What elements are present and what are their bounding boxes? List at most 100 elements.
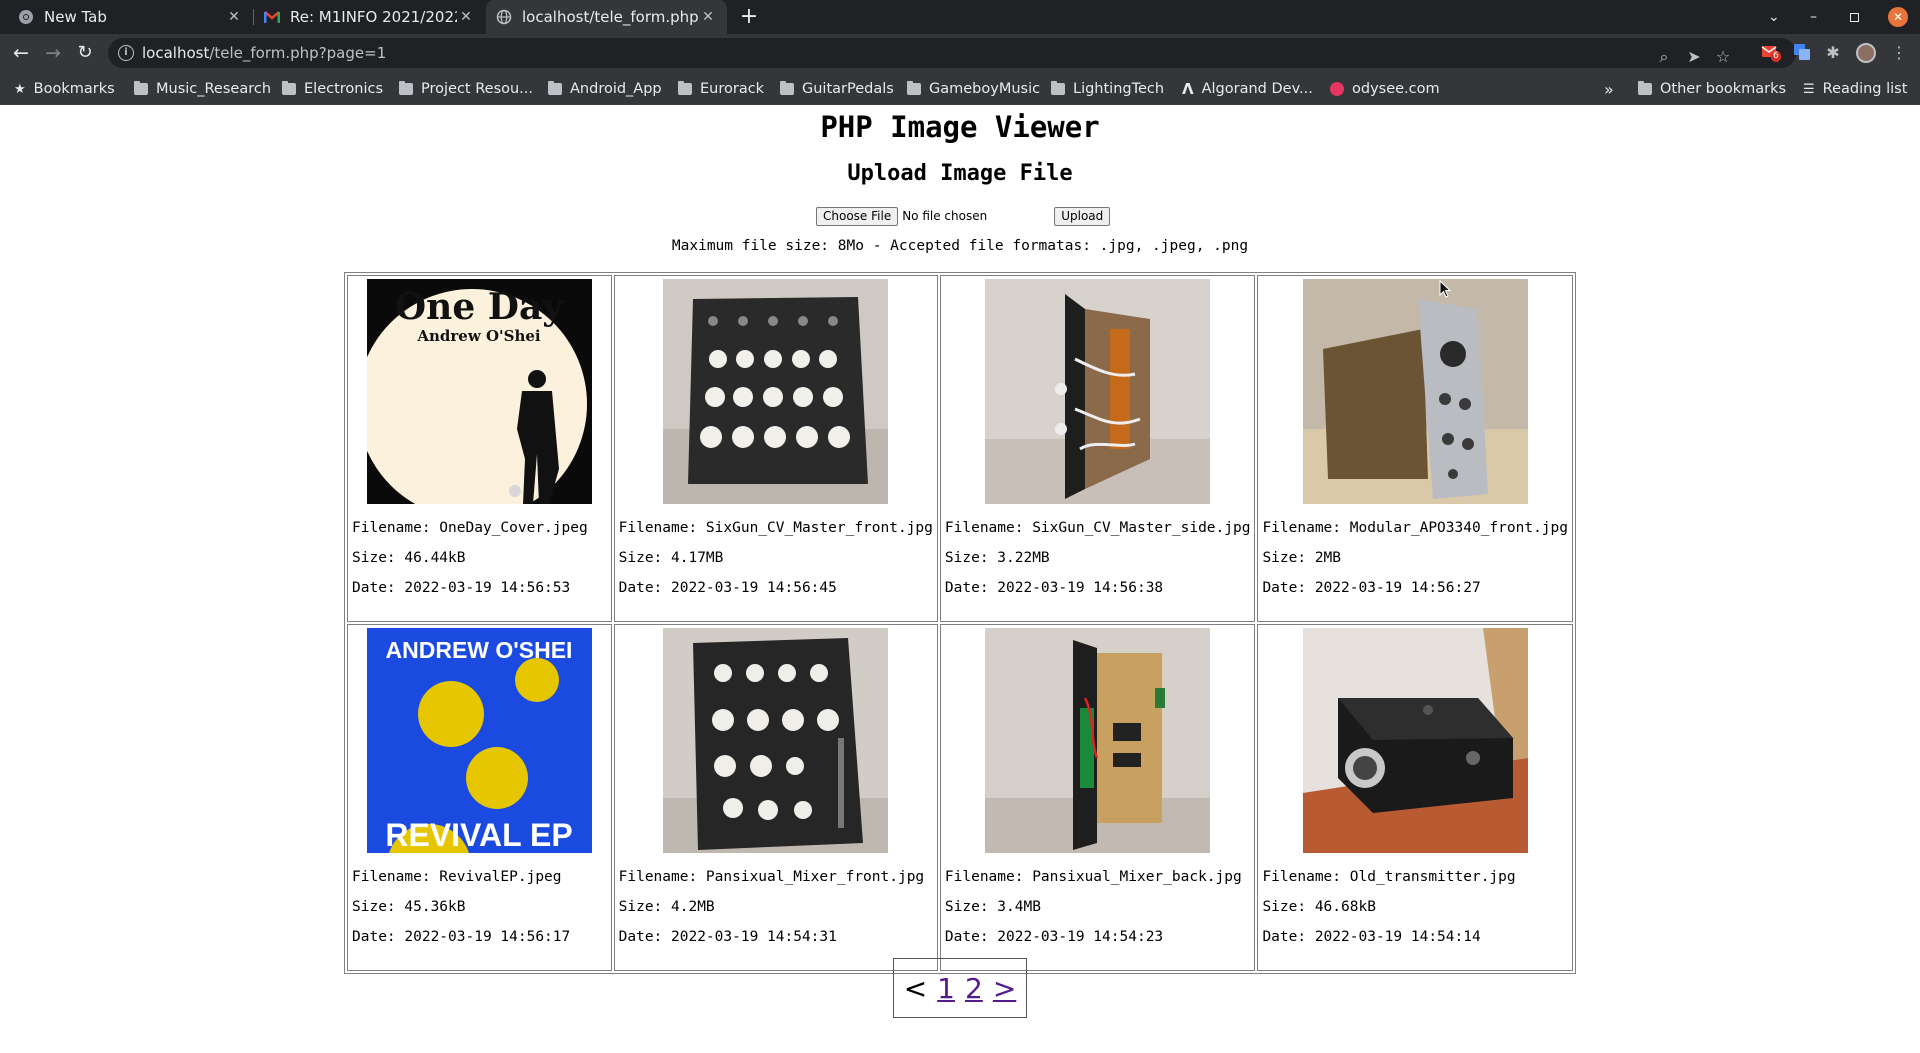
image-filename: Filename: SixGun_CV_Master_side.jpg — [944, 520, 1251, 536]
bookmark-bookmarks[interactable]: ★ Bookmarks — [14, 79, 115, 99]
close-tab-icon[interactable]: ✕ — [457, 9, 475, 25]
image-thumbnail-modular[interactable] — [1302, 279, 1528, 504]
site-info-icon[interactable]: i — [118, 45, 134, 61]
pagination-next[interactable]: > — [993, 972, 1016, 1005]
cover-title-text: One Day — [395, 286, 565, 328]
browser-chrome: New Tab ✕ Re: M1INFO 2021/2022 : C ✕ loc… — [0, 0, 1920, 105]
close-tab-icon[interactable]: ✕ — [225, 9, 243, 25]
max-size-note: Maximum file size: 8Mo - Accepted file f… — [671, 238, 1249, 254]
close-tab-icon[interactable]: ✕ — [699, 9, 717, 25]
image-date: Date: 2022-03-19 14:54:23 — [944, 929, 1164, 945]
image-card: Filename: Modular_APO3340_front.jpg Size… — [1257, 275, 1573, 622]
pagination: < 1 2 > — [893, 958, 1027, 1018]
odysee-icon — [1330, 82, 1344, 96]
image-size: Size: 3.4MB — [944, 899, 1041, 915]
image-thumbnail-sixgun-front[interactable] — [663, 279, 889, 504]
image-thumbnail-sixgun-side[interactable] — [985, 279, 1211, 504]
image-filename: Filename: SixGun_CV_Master_front.jpg — [618, 520, 933, 536]
image-card: One Day Andrew O'Shei Filename: OneDay_C… — [347, 275, 612, 622]
image-thumbnail-transmitter[interactable] — [1302, 628, 1528, 853]
folder-icon — [282, 81, 296, 95]
bookmark-star-icon[interactable]: ☆ — [1713, 47, 1733, 67]
zoom-icon[interactable]: ⌕ — [1654, 47, 1674, 67]
tab-search-icon[interactable]: ⌄ — [1768, 0, 1786, 34]
folder-icon — [399, 81, 413, 95]
tab-title: Re: M1INFO 2021/2022 : C — [290, 8, 457, 26]
image-thumbnail-pansixual-back[interactable] — [985, 628, 1211, 853]
back-icon[interactable]: ← — [8, 40, 34, 66]
tab-new-tab[interactable]: New Tab ✕ — [8, 0, 253, 34]
bookmark-project-resources[interactable]: Project Resou... — [399, 79, 533, 99]
image-filename: Filename: Old_transmitter.jpg — [1262, 869, 1516, 885]
translate-extension-icon[interactable] — [1792, 43, 1812, 63]
image-card: Filename: SixGun_CV_Master_side.jpg Size… — [939, 275, 1256, 622]
tab-localhost[interactable]: localhost/tele_form.php? ✕ — [486, 0, 727, 34]
image-meta: Filename: RevivalEP.jpeg Size: 45.36kB D… — [352, 862, 607, 952]
no-file-chosen-text: No file chosen — [902, 209, 988, 223]
bookmark-gameboy-music[interactable]: GameboyMusic — [907, 79, 1040, 99]
image-meta: Filename: Modular_APO3340_front.jpg Size… — [1262, 513, 1568, 603]
gmail-extension-icon[interactable]: 6 — [1760, 42, 1781, 62]
bookmark-guitar-pedals[interactable]: GuitarPedals — [780, 79, 894, 99]
reading-list-button[interactable]: ☰ Reading list — [1803, 79, 1907, 99]
tab-title: localhost/tele_form.php? — [522, 8, 699, 26]
profile-avatar[interactable] — [1856, 43, 1876, 63]
image-date: Date: 2022-03-19 14:56:38 — [944, 580, 1164, 596]
minimize-icon[interactable]: – — [1810, 0, 1826, 34]
maximize-icon[interactable] — [1850, 0, 1866, 34]
bookmark-android-app[interactable]: Android_App — [548, 79, 662, 99]
upload-heading: Upload Image File — [847, 161, 1073, 186]
extensions-puzzle-icon[interactable]: ✱ — [1823, 43, 1843, 63]
new-tab-button[interactable]: + — [737, 5, 761, 29]
reading-list-icon: ☰ — [1803, 81, 1815, 97]
image-thumbnail-revival-ep[interactable]: ANDREW O'SHEI REVIVAL EP — [366, 628, 592, 853]
folder-icon — [134, 81, 148, 95]
bookmark-eurorack[interactable]: Eurorack — [678, 79, 764, 99]
close-window-icon[interactable]: ✕ — [1888, 0, 1912, 34]
image-date: Date: 2022-03-19 14:56:27 — [1262, 580, 1481, 596]
send-tab-icon[interactable]: ➤ — [1684, 47, 1704, 67]
image-size: Size: 3.22MB — [944, 550, 1050, 566]
address-bar[interactable]: i localhost/tele_form.php?page=1 ⌕ ➤ ☆ — [108, 38, 1796, 68]
page-content: PHP Image Viewer Upload Image File Choos… — [0, 105, 1920, 1053]
cover-title-text: REVIVAL EP — [385, 817, 572, 853]
bookmark-odysee[interactable]: odysee.com — [1330, 79, 1440, 99]
image-size: Size: 46.44kB — [352, 550, 466, 566]
mouse-cursor-icon — [1439, 280, 1451, 298]
image-thumbnail-pansixual-front[interactable] — [663, 628, 889, 853]
forward-icon[interactable]: → — [40, 40, 66, 66]
bookmark-music-research[interactable]: Music_Research — [134, 79, 271, 99]
bookmark-electronics[interactable]: Electronics — [282, 79, 383, 99]
menu-kebab-icon[interactable]: ⋮ — [1889, 43, 1909, 63]
folder-icon — [1051, 81, 1065, 95]
image-date: Date: 2022-03-19 14:54:14 — [1262, 929, 1481, 945]
bookmark-lighting-tech[interactable]: LightingTech — [1051, 79, 1164, 99]
url-text: localhost/tele_form.php?page=1 — [142, 44, 387, 62]
image-filename: Filename: RevivalEP.jpeg — [352, 869, 562, 885]
upload-button[interactable]: Upload — [1054, 206, 1111, 226]
folder-icon — [678, 81, 692, 95]
image-size: Size: 45.36kB — [352, 899, 466, 915]
bookmark-algorand[interactable]: Λ Algorand Dev... — [1182, 79, 1313, 99]
image-filename: Filename: Modular_APO3340_front.jpg — [1262, 520, 1568, 536]
image-card: Filename: Pansixual_Mixer_front.jpg Size… — [613, 624, 938, 971]
pagination-prev: < — [903, 971, 928, 1005]
gmail-icon — [264, 9, 280, 25]
bookmark-other-bookmarks[interactable]: Other bookmarks — [1638, 79, 1786, 99]
image-filename: Filename: OneDay_Cover.jpeg — [352, 520, 588, 536]
image-thumbnail-oneday-cover[interactable]: One Day Andrew O'Shei — [366, 279, 592, 504]
bookmarks-overflow-chevron-icon[interactable]: » — [1604, 79, 1614, 99]
image-card: ANDREW O'SHEI REVIVAL EP Filename: Reviv… — [347, 624, 612, 971]
image-size: Size: 46.68kB — [1262, 899, 1376, 915]
image-card: Filename: SixGun_CV_Master_front.jpg Siz… — [613, 275, 938, 622]
image-meta: Filename: Old_transmitter.jpg Size: 46.6… — [1262, 862, 1568, 952]
image-filename: Filename: Pansixual_Mixer_back.jpg — [944, 869, 1242, 885]
image-date: Date: 2022-03-19 14:56:53 — [352, 580, 571, 596]
image-meta: Filename: SixGun_CV_Master_side.jpg Size… — [945, 513, 1251, 603]
tab-gmail[interactable]: Re: M1INFO 2021/2022 : C ✕ — [254, 0, 485, 34]
pagination-page-1[interactable]: 1 — [937, 972, 955, 1005]
choose-file-button[interactable]: Choose File — [816, 206, 899, 226]
reload-icon[interactable]: ↻ — [72, 40, 98, 66]
pagination-page-2[interactable]: 2 — [965, 972, 983, 1005]
folder-icon — [907, 81, 921, 95]
